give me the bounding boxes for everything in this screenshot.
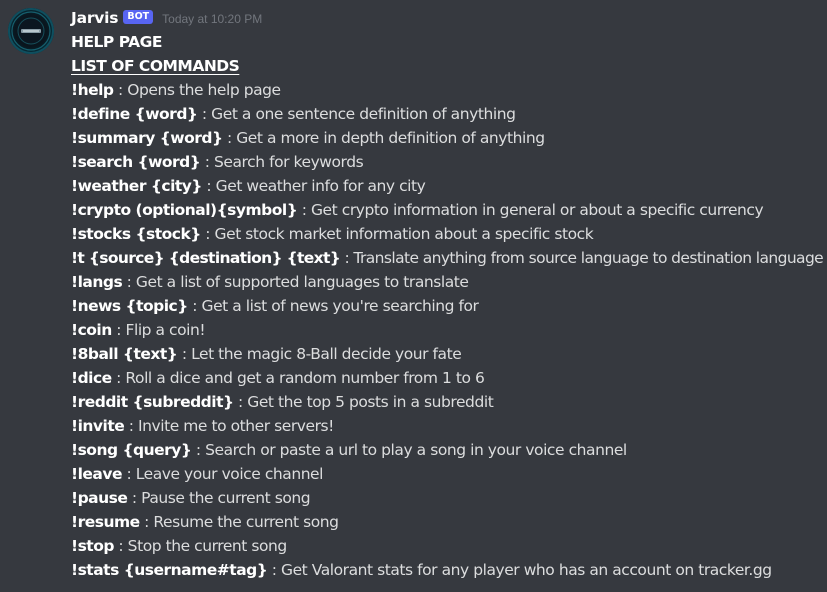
command-line: !t {source} {destination} {text} : Trans… <box>71 246 824 270</box>
username[interactable]: Jarvis <box>71 9 119 27</box>
command-line: !weather {city} : Get weather info for a… <box>71 174 821 198</box>
command-description: : Leave your voice channel <box>121 465 324 483</box>
command-line: !summary {word} : Get a more in depth de… <box>71 126 821 150</box>
command-description: : Resume the current song <box>139 513 339 531</box>
command-name: !pause <box>71 489 128 507</box>
command-description: : Let the magic 8-Ball decide your fate <box>177 345 462 363</box>
command-name: !weather {city} <box>71 177 202 195</box>
command-line: !coin : Flip a coin! <box>71 318 821 342</box>
command-name: !leave <box>71 465 122 483</box>
command-name: !dice <box>71 369 112 387</box>
command-description: : Get the top 5 posts in a subreddit <box>233 393 494 411</box>
command-line: !8ball {text} : Let the magic 8-Ball dec… <box>71 342 821 366</box>
command-description: : Get weather info for any city <box>201 177 426 195</box>
command-description: : Get Valorant stats for any player who … <box>267 561 772 579</box>
command-line: !langs : Get a list of supported languag… <box>71 270 821 294</box>
command-line: !song {query} : Search or paste a url to… <box>71 438 821 462</box>
command-line: !search {word} : Search for keywords <box>71 150 821 174</box>
command-name: !coin <box>71 321 112 339</box>
command-description: : Search or paste a url to play a song i… <box>191 441 627 459</box>
command-line: !reddit {subreddit} : Get the top 5 post… <box>71 390 821 414</box>
command-name: !t {source} {destination} {text} <box>71 249 341 267</box>
command-name: !stats {username#tag} <box>71 561 268 579</box>
command-name: !8ball {text} <box>71 345 178 363</box>
chat-message: Jarvis BOT Today at 10:20 PM HELP PAGE L… <box>0 0 827 592</box>
command-name: !invite <box>71 417 125 435</box>
command-description: : Get a list of news you're searching fo… <box>187 297 479 315</box>
command-description: : Opens the help page <box>113 81 281 99</box>
command-description: : Pause the current song <box>127 489 311 507</box>
message-content: HELP PAGE LIST OF COMMANDS !help : Opens… <box>71 30 824 582</box>
command-name: !stop <box>71 537 114 555</box>
command-line: !invite : Invite me to other servers! <box>71 414 821 438</box>
avatar-emblem-icon <box>11 11 51 51</box>
command-description: : Get a one sentence definition of anyth… <box>197 105 516 123</box>
command-description: : Translate anything from source languag… <box>340 249 824 267</box>
command-line: !stocks {stock} : Get stock market infor… <box>71 222 821 246</box>
command-line: !resume : Resume the current song <box>71 510 821 534</box>
command-name: !song {query} <box>71 441 192 459</box>
command-name: !stocks {stock} <box>71 225 201 243</box>
command-line: !crypto (optional){symbol} : Get crypto … <box>71 198 821 222</box>
bot-badge: BOT <box>123 10 154 24</box>
command-line: !stop : Stop the current song <box>71 534 821 558</box>
help-page-heading: HELP PAGE <box>71 33 162 51</box>
command-line: !dice : Roll a dice and get a random num… <box>71 366 821 390</box>
command-description: : Roll a dice and get a random number fr… <box>111 369 485 387</box>
command-name: !help <box>71 81 114 99</box>
command-description: : Get crypto information in general or a… <box>297 201 764 219</box>
command-line: !pause : Pause the current song <box>71 486 821 510</box>
command-description: : Search for keywords <box>200 153 364 171</box>
command-description: : Flip a coin! <box>111 321 206 339</box>
command-name: !search {word} <box>71 153 201 171</box>
command-description: : Invite me to other servers! <box>124 417 335 435</box>
command-name: !news {topic} <box>71 297 188 315</box>
command-line: !define {word} : Get a one sentence defi… <box>71 102 821 126</box>
command-list-heading: LIST OF COMMANDS <box>71 57 240 75</box>
command-description: : Stop the current song <box>113 537 287 555</box>
command-name: !summary {word} <box>71 129 223 147</box>
command-name: !resume <box>71 513 140 531</box>
command-name: !define {word} <box>71 105 198 123</box>
command-description: : Get a more in depth definition of anyt… <box>222 129 545 147</box>
command-description: : Get a list of supported languages to t… <box>122 273 469 291</box>
command-name: !crypto (optional){symbol} <box>71 201 298 219</box>
command-line: !help : Opens the help page <box>71 78 821 102</box>
command-name: !reddit {subreddit} <box>71 393 234 411</box>
command-description: : Get stock market information about a s… <box>200 225 594 243</box>
message-header: Jarvis BOT Today at 10:20 PM <box>71 7 262 29</box>
timestamp[interactable]: Today at 10:20 PM <box>162 12 262 26</box>
command-name: !langs <box>71 273 123 291</box>
command-line: !news {topic} : Get a list of news you'r… <box>71 294 821 318</box>
command-line: !stats {username#tag} : Get Valorant sta… <box>71 558 821 582</box>
jarvis-avatar-icon[interactable] <box>8 8 54 54</box>
command-line: !leave : Leave your voice channel <box>71 462 821 486</box>
